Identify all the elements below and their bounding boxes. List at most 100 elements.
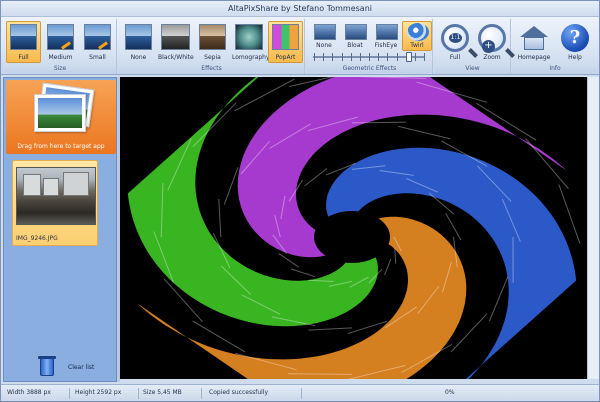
app-window: AltaPixShare by Stefano Tommesani Full M…: [0, 0, 600, 402]
swirl-center: [314, 211, 390, 263]
twirl-image: [127, 77, 581, 379]
geo-none-icon: [314, 24, 336, 40]
slider-tick: [350, 53, 352, 61]
swirl-streak: [384, 258, 392, 276]
effect-bw-label: Black/White: [158, 54, 194, 61]
status-width: Width 3888 px: [7, 389, 51, 396]
size-medium-thumbnail: [47, 24, 74, 50]
status-message: Copied successfully: [209, 389, 269, 396]
fisheye-icon: [376, 24, 398, 40]
effect-none-button[interactable]: None: [121, 21, 156, 63]
geo-twirl-button[interactable]: Twirl: [402, 21, 432, 51]
status-separator: [301, 388, 302, 399]
thumb-building: [43, 178, 59, 196]
swirl-streak: [488, 276, 509, 322]
size-medium-label: Medium: [48, 54, 73, 61]
size-group: Full Medium Small Size: [4, 19, 117, 74]
slider-tick: [332, 53, 334, 61]
home-body: [524, 37, 544, 50]
swirl-streak: [308, 327, 353, 331]
slider-tick: [359, 53, 361, 61]
geo-fisheye-button[interactable]: FishEye: [371, 21, 401, 51]
swirl-arms: [127, 77, 581, 379]
size-small-button[interactable]: Small: [80, 21, 115, 63]
window-title: AltaPixShare by Stefano Tommesani: [228, 4, 372, 13]
geo-twirl-label: Twirl: [410, 42, 424, 49]
effect-popart-label: PopArt: [275, 54, 296, 61]
effect-sepia-button[interactable]: Sepia: [195, 21, 230, 63]
clear-list-button[interactable]: Clear list: [32, 356, 102, 378]
geometric-group-label: Geometric Effects: [307, 65, 432, 73]
photo-stack-front: [34, 94, 86, 132]
zoom-plus-glyph: +: [482, 40, 495, 53]
help-icon: ?: [561, 24, 589, 52]
swirl-streak: [304, 168, 328, 187]
thumb-building: [63, 172, 89, 196]
home-icon: [520, 26, 548, 50]
swirl-streak: [394, 247, 397, 264]
effect-bw-thumbnail: [161, 24, 190, 50]
view-full-button[interactable]: 1:1 Full: [437, 21, 478, 63]
zoom-fit-icon: 1:1: [441, 24, 478, 58]
effect-none-label: None: [130, 54, 147, 61]
effect-lomography-button[interactable]: Lomography: [231, 21, 270, 63]
geo-fisheye-label: FishEye: [374, 42, 398, 49]
geo-bloat-label: Bloat: [347, 42, 363, 49]
slider-tick: [424, 53, 425, 61]
slider-tick: [387, 53, 389, 61]
homepage-button[interactable]: Homepage: [515, 21, 553, 63]
file-list-item[interactable]: IMG_9246.JPG: [12, 160, 98, 246]
help-label: Help: [568, 54, 582, 61]
status-bar: Width 3888 px Height 2592 px Size 5,45 M…: [1, 384, 599, 401]
effect-popart-button[interactable]: PopArt: [268, 21, 303, 63]
size-full-label: Full: [18, 54, 29, 61]
size-full-thumbnail: [10, 24, 37, 50]
effect-sepia-label: Sepia: [204, 54, 221, 61]
size-medium-button[interactable]: Medium: [43, 21, 78, 63]
info-group-label: Info: [513, 65, 597, 73]
size-small-thumbnail: [84, 24, 111, 50]
twirl-icon: [407, 23, 429, 41]
size-full-button[interactable]: Full: [6, 21, 41, 63]
file-name: IMG_9246.JPG: [16, 235, 58, 242]
slider-tick: [341, 53, 343, 61]
drag-source-area[interactable]: Drag from here to target app: [6, 80, 116, 154]
home-roof: [520, 26, 548, 37]
status-size: Size 5,45 MB: [143, 389, 182, 396]
ribbon-toolbar: Full Medium Small Size None Black/White: [1, 17, 599, 75]
effect-none-thumbnail: [125, 24, 152, 50]
size-small-label: Small: [89, 54, 106, 61]
zoom-fit-glyph: 1:1: [449, 33, 462, 43]
view-zoom-label: Zoom: [483, 54, 501, 61]
slider-tick: [314, 53, 315, 61]
geometric-group: None Bloat FishEye Twirl Geometric Effec…: [307, 19, 433, 74]
help-button[interactable]: ? Help: [556, 21, 594, 63]
title-bar: AltaPixShare by Stefano Tommesani: [1, 1, 599, 17]
slider-tick: [323, 53, 325, 61]
thumb-building: [23, 174, 41, 196]
info-group: Homepage ? Help Info: [513, 19, 597, 74]
geo-bloat-button[interactable]: Bloat: [340, 21, 370, 51]
view-group: 1:1 Full + Zoom View: [435, 19, 515, 74]
view-zoom-button[interactable]: + Zoom: [474, 21, 515, 63]
image-preview: [120, 77, 587, 379]
view-full-label: Full: [449, 54, 461, 61]
status-height: Height 2592 px: [75, 389, 122, 396]
view-group-label: View: [435, 65, 510, 73]
effect-sepia-thumbnail: [199, 24, 226, 50]
size-group-label: Size: [4, 65, 116, 73]
effect-lomography-thumbnail: [235, 24, 263, 50]
swirl-streak: [445, 212, 462, 241]
geo-none-button[interactable]: None: [309, 21, 339, 51]
vertical-scrollbar[interactable]: [587, 77, 599, 379]
effect-strength-slider[interactable]: [311, 52, 427, 62]
status-progress: 0%: [445, 389, 455, 396]
status-separator: [69, 388, 70, 399]
drag-label: Drag from here to target app: [17, 143, 105, 150]
bloat-icon: [345, 24, 367, 40]
slider-tick: [369, 53, 370, 61]
effect-bw-button[interactable]: Black/White: [157, 21, 194, 63]
homepage-label: Homepage: [517, 54, 551, 61]
swirl-streak: [397, 125, 451, 140]
slider-knob[interactable]: [406, 52, 413, 62]
